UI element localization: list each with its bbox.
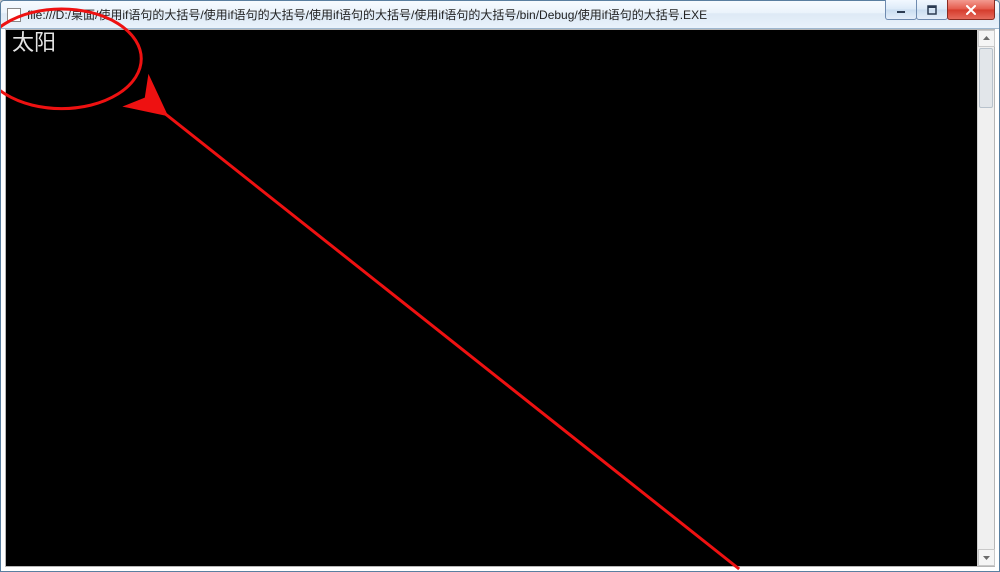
minimize-button[interactable]: [885, 0, 917, 20]
titlebar[interactable]: file:///D:/桌面/使用if语句的大括号/使用if语句的大括号/使用if…: [1, 1, 999, 29]
app-icon: [7, 8, 21, 22]
app-window: file:///D:/桌面/使用if语句的大括号/使用if语句的大括号/使用if…: [0, 0, 1000, 572]
chevron-down-icon: [982, 553, 991, 562]
scroll-down-button[interactable]: [978, 549, 995, 566]
close-icon: [965, 5, 977, 15]
window-controls-group: [885, 0, 995, 20]
chevron-up-icon: [982, 34, 991, 43]
scrollbar-thumb[interactable]: [979, 48, 993, 108]
scroll-up-button[interactable]: [978, 30, 995, 47]
client-area: 太阳: [5, 29, 995, 567]
console-output: 太阳: [6, 30, 977, 566]
minimize-icon: [896, 5, 906, 15]
maximize-button[interactable]: [916, 0, 948, 20]
window-title: file:///D:/桌面/使用if语句的大括号/使用if语句的大括号/使用if…: [27, 6, 995, 23]
vertical-scrollbar[interactable]: [977, 30, 994, 566]
close-button[interactable]: [947, 0, 995, 20]
maximize-icon: [927, 5, 937, 15]
